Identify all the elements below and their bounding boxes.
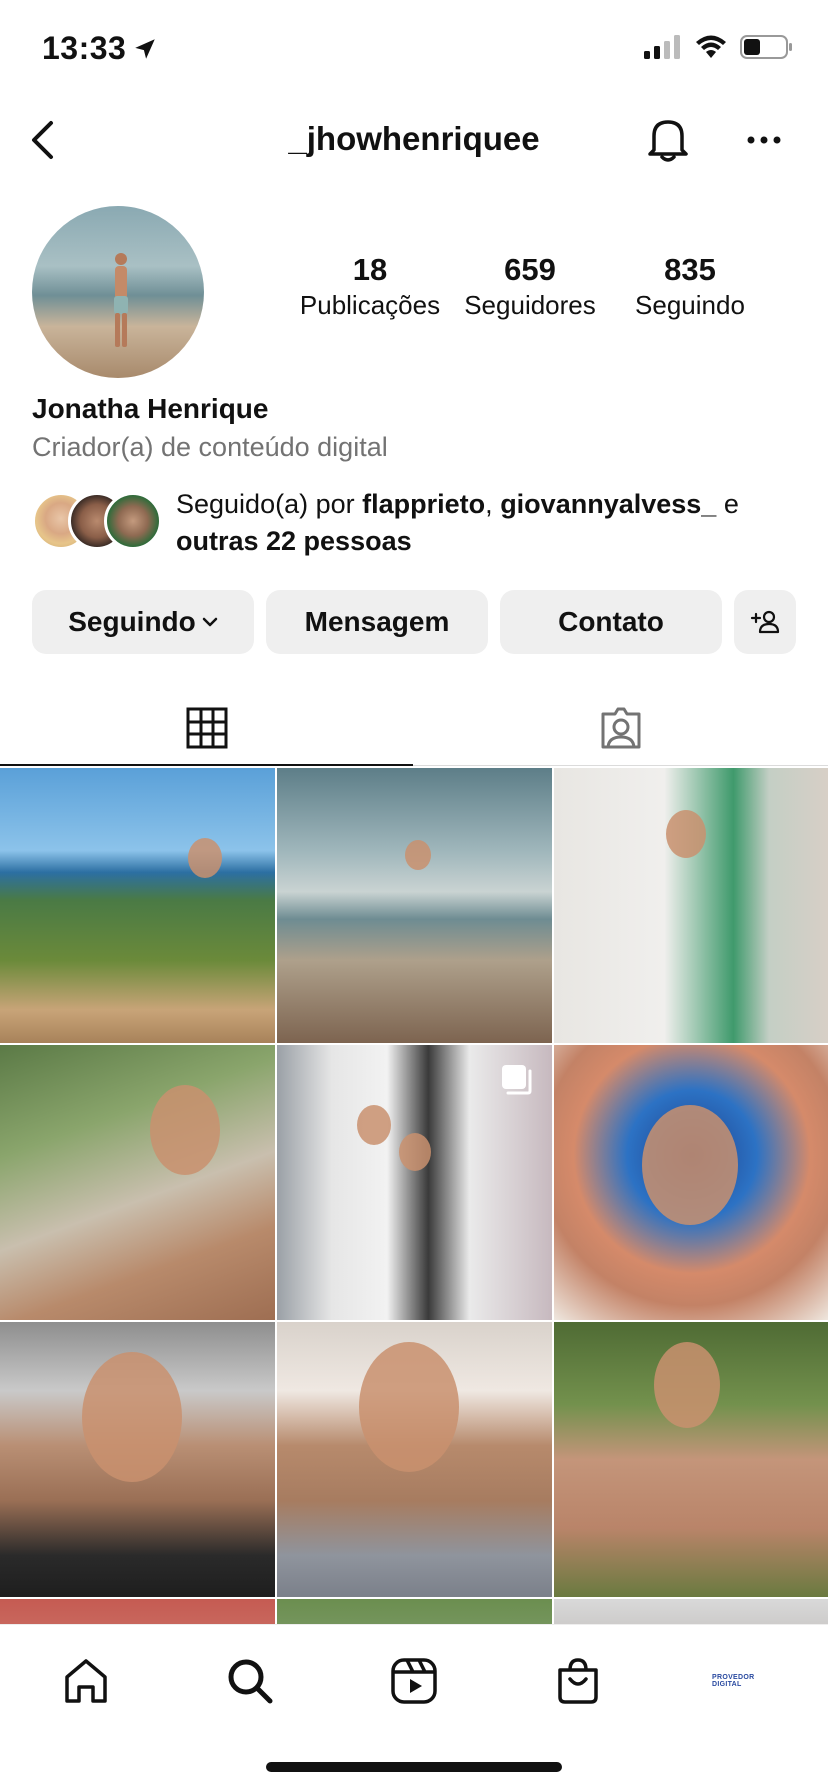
more-options-button[interactable]: [742, 120, 786, 160]
post-thumbnail[interactable]: [0, 768, 275, 1043]
stat-followers-count: 659: [504, 252, 556, 287]
profile-header: _jhowhenriquee: [0, 100, 828, 180]
bell-icon: [648, 120, 688, 162]
nav-reels[interactable]: [384, 1651, 444, 1711]
stat-posts-label: Publicações: [299, 290, 441, 320]
home-indicator: [266, 1762, 562, 1772]
post-thumbnail[interactable]: [277, 768, 552, 1043]
tab-tagged[interactable]: [414, 690, 828, 766]
post-thumbnail[interactable]: [554, 1599, 828, 1624]
status-bar: 13:33: [0, 0, 828, 100]
location-arrow-icon: [135, 38, 156, 59]
profile-full-name: Jonatha Henrique: [32, 393, 269, 424]
post-thumbnail[interactable]: [277, 1322, 552, 1597]
post-thumbnail[interactable]: [0, 1322, 275, 1597]
status-time: 13:33: [42, 30, 127, 66]
nav-shop[interactable]: [548, 1651, 608, 1711]
contact-button[interactable]: Contato: [500, 590, 722, 654]
nav-profile[interactable]: PROVEDOR DIGITAL: [712, 1661, 770, 1701]
nav-search[interactable]: [220, 1651, 280, 1711]
stat-following[interactable]: 835 Seguindo: [610, 252, 770, 322]
search-icon: [228, 1659, 273, 1704]
post-thumbnail[interactable]: [554, 768, 828, 1043]
post-thumbnail[interactable]: [277, 1599, 552, 1624]
followed-by-text: Seguido(a) por flapprieto, giovannyalves…: [176, 489, 739, 556]
followed-by[interactable]: Seguido(a) por flapprieto, giovannyalves…: [32, 486, 812, 566]
post-thumbnail[interactable]: [0, 1599, 275, 1624]
following-button[interactable]: Seguindo: [32, 590, 254, 654]
mutual-user-1[interactable]: flapprieto: [362, 489, 485, 519]
grid-icon: [186, 707, 228, 749]
carousel-icon: [502, 1065, 532, 1095]
post-thumbnail[interactable]: [554, 1322, 828, 1597]
nav-profile-logo: PROVEDOR DIGITAL: [712, 1674, 755, 1688]
profile-stats: 18 Publicações 659 Seguidores 835 Seguin…: [290, 252, 770, 322]
stat-posts-count: 18: [352, 252, 388, 287]
mutual-user-2[interactable]: giovannyalvess_: [500, 489, 716, 519]
message-button-label: Mensagem: [304, 606, 450, 637]
profile-actions: Seguindo Mensagem Contato: [32, 590, 796, 654]
avatar: [104, 492, 162, 550]
post-thumbnail[interactable]: [0, 1045, 275, 1320]
profile-username: _jhowhenriquee: [288, 120, 540, 157]
contact-button-label: Contato: [558, 606, 664, 637]
mutual-others[interactable]: outras 22 pessoas: [176, 526, 412, 556]
cellular-signal-icon: [644, 35, 680, 59]
message-button[interactable]: Mensagem: [266, 590, 488, 654]
wifi-icon: [696, 35, 726, 58]
reels-icon: [391, 1658, 437, 1704]
chevron-down-icon: [202, 617, 218, 627]
posts-grid: [0, 768, 828, 1624]
tab-grid[interactable]: [0, 690, 414, 766]
following-button-label: Seguindo: [68, 606, 196, 637]
stat-following-label: Seguindo: [635, 290, 745, 320]
avatar-photo: [114, 253, 128, 347]
stat-followers[interactable]: 659 Seguidores: [450, 252, 610, 322]
stat-posts[interactable]: 18 Publicações: [290, 252, 450, 322]
profile-avatar[interactable]: [32, 206, 204, 378]
stat-following-count: 835: [664, 252, 716, 287]
mutual-followers-avatars: [32, 492, 162, 552]
notifications-button[interactable]: [644, 114, 692, 164]
profile-category: Criador(a) de conteúdo digital: [32, 432, 388, 462]
post-thumbnail[interactable]: [554, 1045, 828, 1320]
suggested-accounts-button[interactable]: [734, 590, 796, 654]
post-thumbnail[interactable]: [277, 1045, 552, 1320]
battery-icon: [740, 35, 792, 59]
nav-home[interactable]: [56, 1651, 116, 1711]
shop-bag-icon: [558, 1658, 598, 1704]
home-icon: [65, 1659, 107, 1703]
active-tab-indicator: [0, 764, 413, 766]
profile-tabs: [0, 690, 828, 766]
more-horizontal-icon: [747, 136, 781, 144]
tagged-person-icon: [601, 707, 641, 749]
add-person-icon: [750, 610, 780, 634]
stat-followers-label: Seguidores: [464, 290, 596, 320]
